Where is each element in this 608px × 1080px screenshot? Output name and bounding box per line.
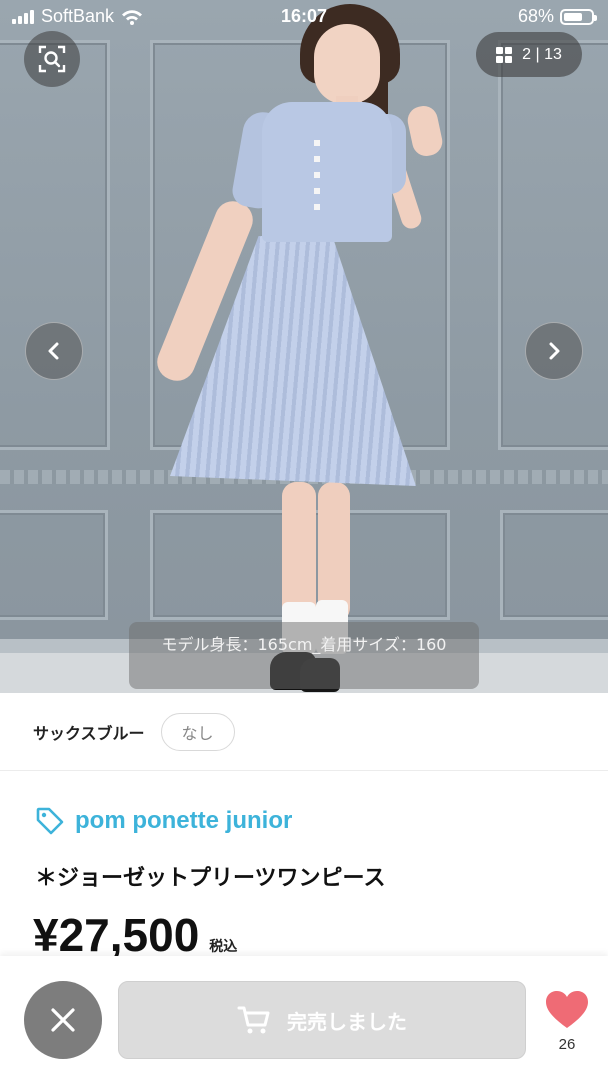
model-left-leg (282, 482, 316, 622)
brand-link[interactable]: pom ponette junior (35, 806, 292, 836)
model-right-hand (405, 103, 445, 159)
model-face (314, 24, 380, 104)
cart-icon (237, 1006, 270, 1034)
chevron-left-icon (48, 342, 59, 360)
sold-out-button[interactable]: 完売しました (118, 981, 526, 1059)
image-search-icon (38, 45, 66, 73)
status-right: 68% (517, 6, 597, 27)
status-bar: SoftBank 16:07 68% (0, 0, 608, 34)
heart-icon (546, 991, 588, 1028)
bottom-action-bar: 完売しました 26 (0, 956, 608, 1080)
battery-fill (564, 12, 582, 21)
color-name: サックスブルー (33, 723, 145, 743)
image-caption: モデル身長：165cm_着用サイズ：160 (129, 622, 479, 689)
color-selector: サックスブルー なし (0, 693, 608, 771)
battery-percent: 68% (517, 6, 554, 26)
image-counter-text: 2 | 13 (522, 45, 562, 63)
close-button[interactable] (24, 981, 102, 1059)
sold-out-label: 完売しました (287, 1009, 407, 1034)
image-search-button[interactable] (24, 31, 80, 87)
clock: 16:07 (280, 6, 328, 26)
product-image[interactable] (0, 0, 608, 693)
price-value: ¥27,500 (33, 909, 200, 961)
price-block: ¥27,500 税込 (33, 908, 237, 962)
favorite-count: 26 (558, 1036, 576, 1053)
favorite-button[interactable]: 26 (540, 990, 594, 1053)
previous-image-button[interactable] (25, 322, 83, 380)
tag-icon (36, 807, 64, 835)
close-icon (51, 1008, 75, 1032)
size-chip[interactable]: なし (160, 712, 235, 751)
tax-label: 税込 (209, 939, 238, 955)
dress-buttons (314, 140, 320, 210)
dress-bodice (262, 102, 392, 242)
battery-icon (560, 8, 597, 25)
brand-name: pom ponette junior (75, 807, 293, 834)
chevron-right-icon (549, 342, 560, 360)
image-counter-button[interactable]: 2 | 13 (476, 32, 582, 77)
next-image-button[interactable] (525, 322, 583, 380)
model-figure (0, 0, 608, 693)
product-title: ＊ジョーゼットプリーツワンピース (35, 866, 386, 891)
grid-icon (496, 46, 513, 63)
